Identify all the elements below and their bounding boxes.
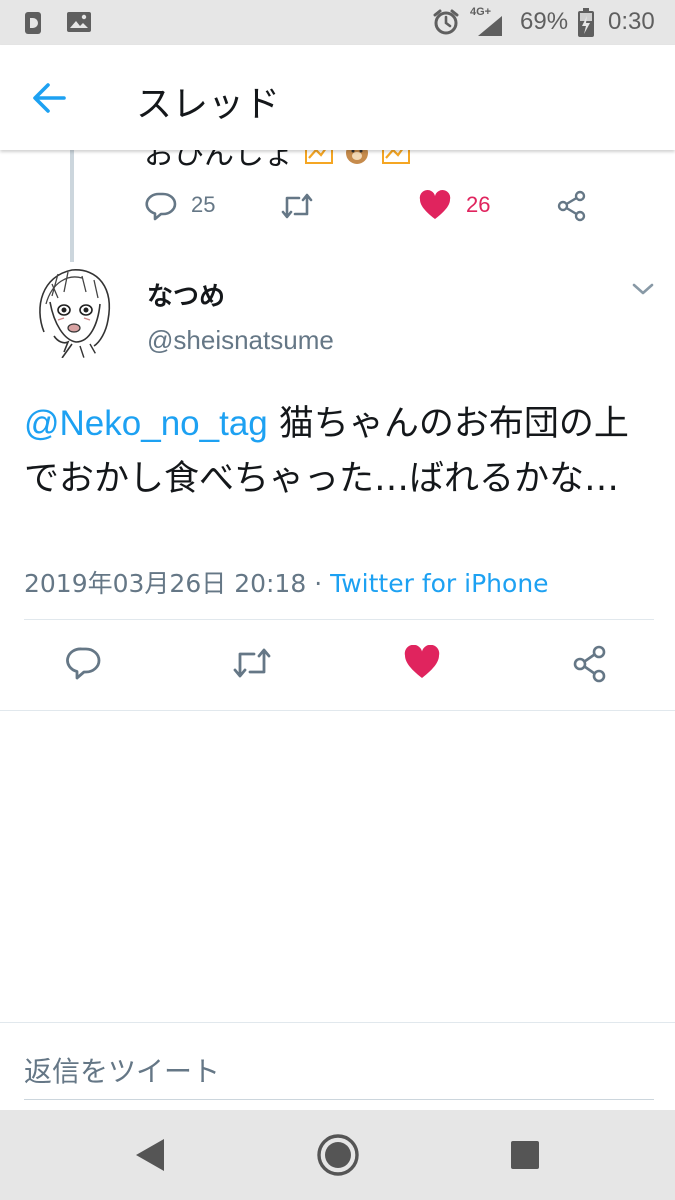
thread-connector-line [70, 150, 74, 262]
status-bar: 4G+ 69% 0:30 [0, 0, 675, 45]
cell-signal-icon [478, 16, 502, 36]
alarm-clock-icon [433, 9, 459, 35]
avatar[interactable] [24, 262, 121, 359]
client-link[interactable]: Twitter for iPhone [330, 569, 548, 598]
image-notification-icon [67, 12, 91, 32]
heart-filled-icon[interactable] [403, 645, 441, 681]
chevron-down-icon[interactable] [632, 282, 654, 296]
battery-charging-icon [578, 8, 594, 37]
divider [24, 619, 654, 620]
reply-icon[interactable] [145, 190, 177, 222]
reply-icon[interactable] [66, 645, 102, 681]
notification-app-icon [25, 12, 41, 34]
timestamp: 2019年03月26日 20:18 [24, 569, 307, 598]
display-name[interactable]: なつめ [147, 276, 225, 313]
app-header: スレッド [0, 45, 675, 150]
system-nav-bar [0, 1110, 675, 1200]
mention-link[interactable]: @Neko_no_tag [24, 404, 268, 443]
clock: 0:30 [608, 8, 655, 35]
reply-input[interactable]: 返信をツイート [24, 1050, 220, 1090]
share-icon[interactable] [556, 190, 588, 222]
reply-input-underline [24, 1099, 654, 1100]
manga-character-avatar-icon [24, 262, 121, 359]
retweet-icon[interactable] [279, 190, 315, 222]
reply-count: 25 [191, 192, 216, 217]
heart-filled-icon[interactable] [418, 190, 452, 222]
back-triangle-icon[interactable] [132, 1135, 168, 1175]
page-title: スレッド [136, 84, 281, 125]
arrow-left-icon [33, 83, 66, 113]
tweet-text: @Neko_no_tag 猫ちゃんのお布団の上でおかし食べちゃった…ばれるかな… [24, 396, 654, 507]
battery-percent: 69% [520, 8, 569, 35]
divider [0, 1022, 675, 1023]
divider [0, 710, 675, 711]
share-icon[interactable] [572, 645, 608, 683]
like-count: 26 [466, 192, 491, 217]
retweet-icon[interactable] [231, 645, 273, 681]
user-handle[interactable]: @sheisnatsume [147, 325, 334, 356]
back-button[interactable] [24, 75, 74, 121]
home-circle-icon[interactable] [315, 1132, 361, 1178]
meta-separator: · [306, 569, 331, 598]
tweet-meta: 2019年03月26日 20:18 · Twitter for iPhone [24, 564, 549, 600]
recents-square-icon[interactable] [509, 1139, 541, 1171]
